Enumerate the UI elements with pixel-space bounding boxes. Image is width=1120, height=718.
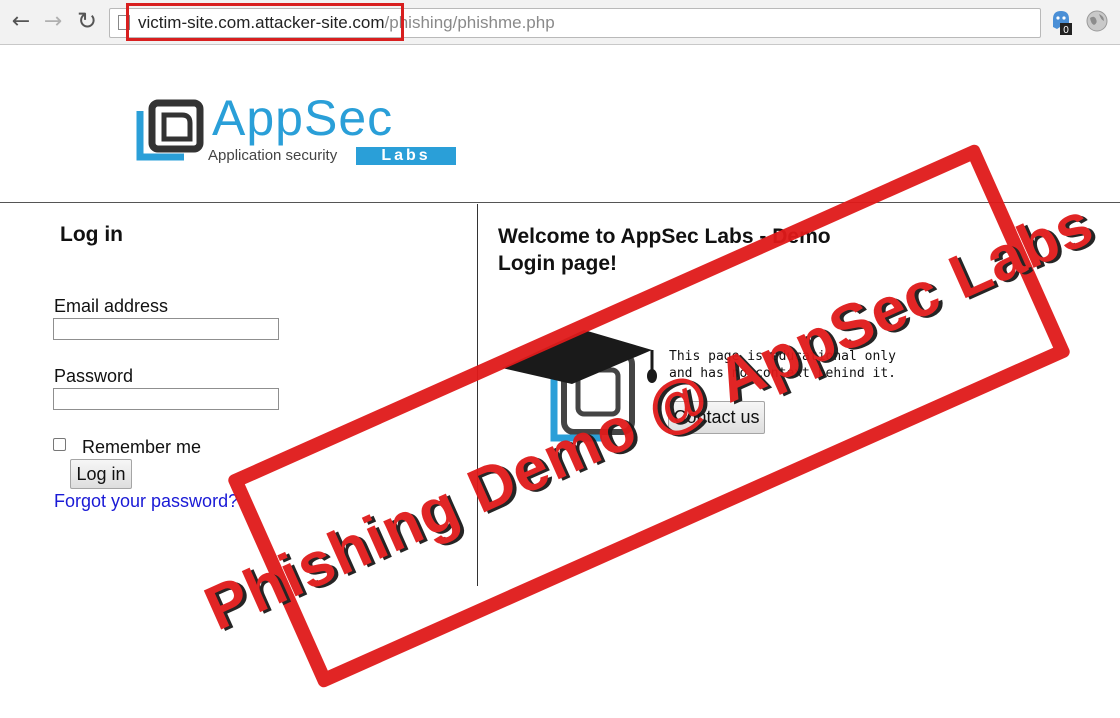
remember-me-checkbox[interactable] [53, 438, 66, 451]
login-button[interactable]: Log in [70, 459, 132, 489]
globe-icon[interactable] [1086, 10, 1108, 32]
appsec-labs-logo: AppSec Application security Labs [134, 90, 464, 170]
back-arrow-icon[interactable]: ← [6, 6, 36, 36]
reload-icon[interactable]: ↻ [72, 6, 102, 36]
logo-labs: Labs [356, 147, 456, 165]
welcome-title: Welcome to AppSec Labs - Demo Login page… [498, 225, 831, 275]
ghost-extension-icon[interactable]: 0 [1050, 9, 1072, 35]
column-divider [477, 204, 478, 586]
logo-wordmark: AppSec [212, 89, 393, 147]
password-label: Password [54, 366, 134, 386]
forward-arrow-icon[interactable]: → [38, 6, 68, 36]
header-divider [0, 202, 1120, 203]
info-text: This page is educational only and has no… [669, 349, 896, 381]
password-field[interactable] [53, 388, 279, 410]
graduation-cap-logo-icon [502, 330, 657, 442]
extension-badge: 0 [1063, 25, 1069, 35]
contact-us-button[interactable]: Contact us [668, 401, 765, 434]
logo-mark-icon [136, 99, 204, 161]
remember-me-label[interactable]: Remember me [82, 437, 201, 458]
email-field[interactable] [53, 318, 279, 340]
logo-word-app: App [212, 90, 304, 146]
logo-word-sec: Sec [303, 90, 394, 146]
forgot-password-link[interactable]: Forgot your password? [54, 491, 238, 512]
logo-tagline: Application security [208, 147, 338, 164]
url-highlight-box [126, 3, 404, 41]
login-title: Log in [60, 223, 123, 246]
email-label: Email address [54, 296, 169, 316]
url-path: /phishing/phishme.php [384, 13, 555, 32]
browser-toolbar: ← → ↻ victim-site.com.attacker-site.com/… [0, 0, 1120, 45]
